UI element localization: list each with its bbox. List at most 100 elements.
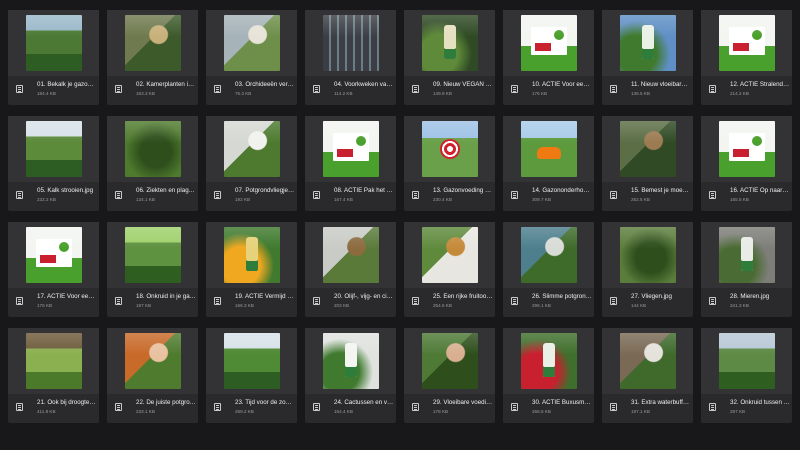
file-meta[interactable]: 09. Nieuw VEGAN tui... 149.9 KB xyxy=(404,76,495,105)
file-tile[interactable]: 26. Slimme potgrond ... 296.1 KB xyxy=(503,222,594,317)
file-meta[interactable]: 20. Olijf-, vijg- en citr... 203 KB xyxy=(305,288,396,317)
image-thumbnail[interactable] xyxy=(25,15,82,71)
file-meta[interactable]: 14. Gazononderhoud ... 309.7 KB xyxy=(503,182,594,211)
image-thumbnail[interactable] xyxy=(124,15,181,71)
file-tile[interactable]: 31. Extra waterbuffer i... 197.1 KB xyxy=(602,328,693,423)
file-tile[interactable]: 06. Ziekten en plagen... 134.1 KB xyxy=(107,116,198,211)
image-thumbnail[interactable] xyxy=(124,121,181,177)
file-meta[interactable]: 22. De juiste potgron... 233.1 KB xyxy=(107,394,198,423)
image-thumbnail[interactable] xyxy=(619,121,676,177)
image-thumbnail[interactable] xyxy=(322,227,379,283)
image-thumbnail[interactable] xyxy=(223,333,280,389)
image-thumbnail[interactable] xyxy=(223,15,280,71)
file-tile[interactable]: 28. Mieren.jpg 341.3 KB xyxy=(701,222,792,317)
file-tile[interactable]: 08. ACTIE Pak het mo... 167.4 KB xyxy=(305,116,396,211)
thumbnail-frame[interactable] xyxy=(701,328,792,394)
image-thumbnail[interactable] xyxy=(421,15,478,71)
file-meta[interactable]: 13. Gazonvoeding die ... 230.4 KB xyxy=(404,182,495,211)
file-meta[interactable]: 28. Mieren.jpg 341.3 KB xyxy=(701,288,792,317)
thumbnail-frame[interactable] xyxy=(503,10,594,76)
file-tile[interactable]: 11. Nieuw vloeibare vo... 136.5 KB xyxy=(602,10,693,105)
file-tile[interactable]: 23. Tijd voor de zome... 269.2 KB xyxy=(206,328,297,423)
file-tile[interactable]: 04. Voorkweken van z... 114.2 KB xyxy=(305,10,396,105)
file-tile[interactable]: 29. Vloeibare voeding... 178 KB xyxy=(404,328,495,423)
image-thumbnail[interactable] xyxy=(520,121,577,177)
file-meta[interactable]: 01. Bekalk je gazon in ... 184.4 KB xyxy=(8,76,99,105)
thumbnail-frame[interactable] xyxy=(305,10,396,76)
thumbnail-frame[interactable] xyxy=(602,116,693,182)
thumbnail-frame[interactable] xyxy=(701,116,792,182)
file-meta[interactable]: 29. Vloeibare voeding... 178 KB xyxy=(404,394,495,423)
thumbnail-frame[interactable] xyxy=(8,222,99,288)
image-thumbnail[interactable] xyxy=(619,15,676,71)
image-thumbnail[interactable] xyxy=(25,227,82,283)
thumbnail-frame[interactable] xyxy=(404,222,495,288)
image-thumbnail[interactable] xyxy=(421,227,478,283)
file-meta[interactable]: 31. Extra waterbuffer i... 197.1 KB xyxy=(602,394,693,423)
thumbnail-frame[interactable] xyxy=(107,116,198,182)
file-tile[interactable]: 07. Potgrondvliegjes.j... 192 KB xyxy=(206,116,297,211)
thumbnail-frame[interactable] xyxy=(8,328,99,394)
image-thumbnail[interactable] xyxy=(619,227,676,283)
thumbnail-frame[interactable] xyxy=(404,116,495,182)
image-thumbnail[interactable] xyxy=(718,333,775,389)
file-tile[interactable]: 15. Bemest je moestui... 252.5 KB xyxy=(602,116,693,211)
file-tile[interactable]: 25. Een rijke fruitoogs... 254.6 KB xyxy=(404,222,495,317)
image-thumbnail[interactable] xyxy=(124,333,181,389)
file-tile[interactable]: 01. Bekalk je gazon in ... 184.4 KB xyxy=(8,10,99,105)
image-thumbnail[interactable] xyxy=(322,121,379,177)
image-thumbnail[interactable] xyxy=(322,333,379,389)
thumbnail-frame[interactable] xyxy=(206,222,297,288)
thumbnail-frame[interactable] xyxy=(107,222,198,288)
file-meta[interactable]: 24. Cactussen en vetp... 164.4 KB xyxy=(305,394,396,423)
file-tile[interactable]: 32. Onkruid tussen be... 287 KB xyxy=(701,328,792,423)
image-thumbnail[interactable] xyxy=(223,121,280,177)
file-meta[interactable]: 08. ACTIE Pak het mo... 167.4 KB xyxy=(305,182,396,211)
file-tile[interactable]: 30. ACTIE Buxusmot ... 266.5 KB xyxy=(503,328,594,423)
file-meta[interactable]: 30. ACTIE Buxusmot ... 266.5 KB xyxy=(503,394,594,423)
thumbnail-frame[interactable] xyxy=(107,328,198,394)
thumbnail-frame[interactable] xyxy=(206,116,297,182)
thumbnail-frame[interactable] xyxy=(305,222,396,288)
file-tile[interactable]: 27. Vliegen.jpg 144 KB xyxy=(602,222,693,317)
file-tile[interactable]: 17. ACTIE Voor een di... 176 KB xyxy=(8,222,99,317)
file-tile[interactable]: 16. ACTIE Op naar de ... 165.5 KB xyxy=(701,116,792,211)
thumbnail-frame[interactable] xyxy=(206,10,297,76)
file-meta[interactable]: 05. Kalk strooien.jpg 232.2 KB xyxy=(8,182,99,211)
thumbnail-frame[interactable] xyxy=(8,116,99,182)
thumbnail-frame[interactable] xyxy=(602,10,693,76)
image-thumbnail[interactable] xyxy=(520,333,577,389)
thumbnail-frame[interactable] xyxy=(404,328,495,394)
file-meta[interactable]: 03. Orchideeën verzor... 76.3 KB xyxy=(206,76,297,105)
file-tile[interactable]: 14. Gazononderhoud ... 309.7 KB xyxy=(503,116,594,211)
thumbnail-frame[interactable] xyxy=(602,222,693,288)
thumbnail-frame[interactable] xyxy=(701,222,792,288)
file-tile[interactable]: 10. ACTIE Voor een di... 176 KB xyxy=(503,10,594,105)
image-thumbnail[interactable] xyxy=(520,227,577,283)
file-tile[interactable]: 03. Orchideeën verzor... 76.3 KB xyxy=(206,10,297,105)
file-meta[interactable]: 04. Voorkweken van z... 114.2 KB xyxy=(305,76,396,105)
file-tile[interactable]: 09. Nieuw VEGAN tui... 149.9 KB xyxy=(404,10,495,105)
thumbnail-frame[interactable] xyxy=(503,116,594,182)
file-tile[interactable]: 19. ACTIE Vermijd ee... 166.3 KB xyxy=(206,222,297,317)
image-thumbnail[interactable] xyxy=(718,227,775,283)
image-thumbnail[interactable] xyxy=(25,333,82,389)
file-tile[interactable]: 05. Kalk strooien.jpg 232.2 KB xyxy=(8,116,99,211)
thumbnail-frame[interactable] xyxy=(8,10,99,76)
image-thumbnail[interactable] xyxy=(25,121,82,177)
image-thumbnail[interactable] xyxy=(718,15,775,71)
file-meta[interactable]: 15. Bemest je moestui... 252.5 KB xyxy=(602,182,693,211)
thumbnail-frame[interactable] xyxy=(305,328,396,394)
file-tile[interactable]: 18. Onkruid in je gazo... 187 KB xyxy=(107,222,198,317)
file-meta[interactable]: 19. ACTIE Vermijd ee... 166.3 KB xyxy=(206,288,297,317)
file-tile[interactable]: 22. De juiste potgron... 233.1 KB xyxy=(107,328,198,423)
thumbnail-frame[interactable] xyxy=(305,116,396,182)
image-thumbnail[interactable] xyxy=(322,15,379,71)
file-tile[interactable]: 02. Kamerplanten in ... 163.3 KB xyxy=(107,10,198,105)
file-meta[interactable]: 16. ACTIE Op naar de ... 165.5 KB xyxy=(701,182,792,211)
file-tile[interactable]: 13. Gazonvoeding die ... 230.4 KB xyxy=(404,116,495,211)
thumbnail-frame[interactable] xyxy=(701,10,792,76)
image-thumbnail[interactable] xyxy=(520,15,577,71)
file-tile[interactable]: 12. ACTIE Stralende b... 214.2 KB xyxy=(701,10,792,105)
file-meta[interactable]: 32. Onkruid tussen be... 287 KB xyxy=(701,394,792,423)
